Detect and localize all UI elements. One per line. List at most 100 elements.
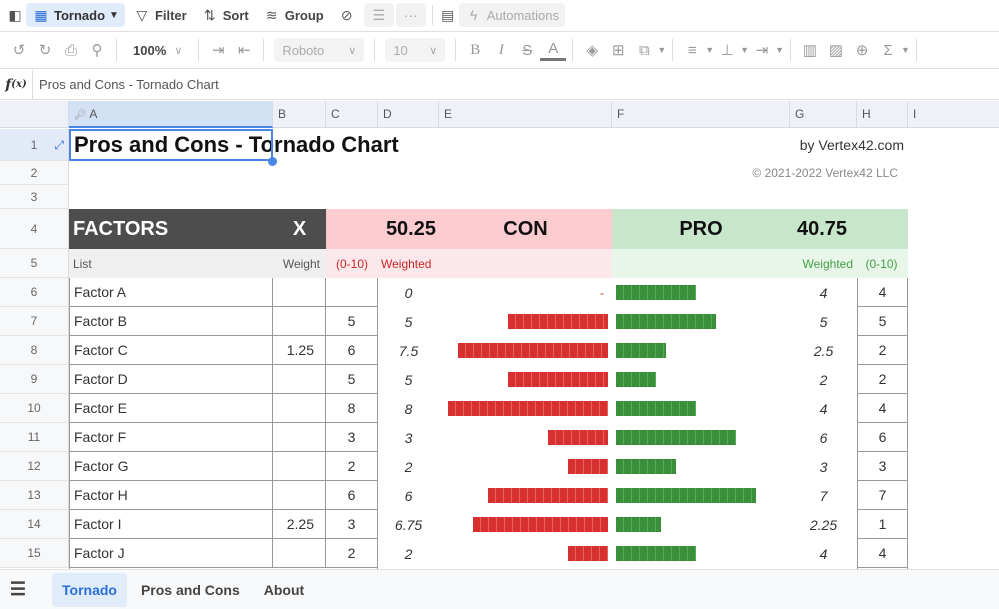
con-score[interactable]: 5 bbox=[326, 307, 378, 336]
row-header-3[interactable]: 3 bbox=[0, 185, 69, 209]
row-header-8[interactable]: 8 bbox=[0, 336, 69, 365]
row-header-7[interactable]: 7 bbox=[0, 307, 69, 336]
column-header-g[interactable]: G bbox=[790, 101, 857, 128]
factor-name[interactable]: Factor F bbox=[69, 423, 273, 452]
factor-name[interactable]: Factor J bbox=[69, 539, 273, 568]
formula-input[interactable]: Pros and Cons - Tornado Chart bbox=[33, 77, 219, 92]
factor-name[interactable]: Factor H bbox=[69, 481, 273, 510]
column-header-d[interactable]: D bbox=[378, 101, 439, 128]
factor-name[interactable]: Factor I bbox=[69, 510, 273, 539]
sort-button[interactable]: ⇅ Sort bbox=[195, 3, 255, 27]
factor-name[interactable]: Factor B bbox=[69, 307, 273, 336]
con-score[interactable]: 6 bbox=[326, 336, 378, 365]
pro-score[interactable]: 4 bbox=[857, 539, 908, 568]
font-size-select[interactable]: 10 ∨ bbox=[385, 38, 446, 62]
caret-down-icon[interactable]: ▼ bbox=[657, 45, 666, 55]
pro-score[interactable]: 4 bbox=[857, 278, 908, 307]
column-header-h[interactable]: H bbox=[857, 101, 908, 128]
factor-weight[interactable]: 1.25 bbox=[273, 336, 326, 365]
align-left-icon[interactable]: ≡ bbox=[679, 37, 705, 63]
con-score[interactable]: 3 bbox=[326, 510, 378, 539]
tab-pros-and-cons[interactable]: Pros and Cons bbox=[131, 573, 250, 607]
hide-fields-icon[interactable]: ⊘ bbox=[338, 6, 356, 24]
merge-cells-icon[interactable]: ⧉ bbox=[631, 37, 657, 63]
factor-weight[interactable] bbox=[273, 481, 326, 510]
tab-about[interactable]: About bbox=[254, 573, 314, 607]
caret-down-icon[interactable]: ▼ bbox=[901, 45, 910, 55]
factor-weight[interactable] bbox=[273, 365, 326, 394]
row-header-13[interactable]: 13 bbox=[0, 481, 69, 510]
strikethrough-icon[interactable]: S bbox=[514, 37, 540, 63]
factor-weight[interactable] bbox=[273, 423, 326, 452]
column-header-b[interactable]: B bbox=[273, 101, 326, 128]
caret-down-icon[interactable]: ▼ bbox=[775, 45, 784, 55]
pro-score[interactable]: 2 bbox=[857, 336, 908, 365]
row-header-12[interactable]: 12 bbox=[0, 452, 69, 481]
paint-format-icon[interactable]: ⚲ bbox=[84, 37, 110, 63]
con-score[interactable]: 2 bbox=[326, 452, 378, 481]
filter-button[interactable]: ▽ Filter bbox=[127, 3, 193, 27]
pro-score[interactable]: 4 bbox=[857, 394, 908, 423]
row-header-2[interactable]: 2 bbox=[0, 161, 69, 185]
column-header-a[interactable]: 🔑︎ A bbox=[69, 101, 273, 128]
fill-handle[interactable] bbox=[268, 157, 277, 166]
insert-comment-icon[interactable]: ⊕ bbox=[849, 37, 875, 63]
row-header-5[interactable]: 5 bbox=[0, 249, 69, 278]
sidebar-toggle-icon[interactable]: ◧ bbox=[6, 6, 24, 24]
text-wrap-icon[interactable]: ⇥ bbox=[749, 37, 775, 63]
undo-icon[interactable]: ↺ bbox=[6, 37, 32, 63]
column-header-i[interactable]: I bbox=[908, 101, 999, 128]
insert-image-icon[interactable]: ▨ bbox=[823, 37, 849, 63]
factor-name[interactable]: Factor C bbox=[69, 336, 273, 365]
column-header-f[interactable]: F bbox=[612, 101, 790, 128]
row-header-1[interactable]: 1 ⤢ bbox=[0, 129, 69, 161]
pro-score[interactable]: 3 bbox=[857, 452, 908, 481]
expand-row-icon[interactable]: ⤢ bbox=[54, 129, 64, 161]
pro-score[interactable]: 7 bbox=[857, 481, 908, 510]
redo-icon[interactable]: ↻ bbox=[32, 37, 58, 63]
factor-name[interactable]: Factor D bbox=[69, 365, 273, 394]
pro-score[interactable]: 1 bbox=[857, 510, 908, 539]
con-score[interactable]: 8 bbox=[326, 394, 378, 423]
pro-score[interactable]: 6 bbox=[857, 423, 908, 452]
corner-cell[interactable] bbox=[0, 101, 69, 128]
factor-name[interactable]: Factor E bbox=[69, 394, 273, 423]
text-color-icon[interactable]: A bbox=[540, 39, 567, 61]
group-button[interactable]: ≋ Group bbox=[257, 3, 330, 27]
con-score[interactable] bbox=[326, 278, 378, 307]
con-score[interactable]: 5 bbox=[326, 365, 378, 394]
borders-icon[interactable]: ⊞ bbox=[605, 37, 631, 63]
factor-weight[interactable] bbox=[273, 452, 326, 481]
factor-weight[interactable] bbox=[273, 539, 326, 568]
row-header-10[interactable]: 10 bbox=[0, 394, 69, 423]
fill-color-icon[interactable]: ◈ bbox=[579, 37, 605, 63]
indent-increase-icon[interactable]: ⇥ bbox=[205, 37, 231, 63]
automations-button[interactable]: ϟ Automations bbox=[458, 3, 565, 27]
row-header-6[interactable]: 6 bbox=[0, 278, 69, 307]
factor-weight[interactable] bbox=[273, 278, 326, 307]
font-select[interactable]: Roboto ∨ bbox=[274, 38, 365, 62]
caret-down-icon[interactable]: ▼ bbox=[705, 45, 714, 55]
vertical-align-icon[interactable]: ⊥ bbox=[714, 37, 740, 63]
con-score[interactable]: 2 bbox=[326, 539, 378, 568]
tab-tornado[interactable]: Tornado bbox=[52, 572, 127, 607]
view-selector[interactable]: ▦ Tornado ▼ bbox=[26, 3, 125, 27]
row-header-14[interactable]: 14 bbox=[0, 510, 69, 539]
factor-weight[interactable] bbox=[273, 307, 326, 336]
pro-score[interactable]: 2 bbox=[857, 365, 908, 394]
italic-icon[interactable]: I bbox=[488, 37, 514, 63]
insert-chart-icon[interactable]: ▥ bbox=[797, 37, 823, 63]
column-header-c[interactable]: C bbox=[326, 101, 378, 128]
factor-name[interactable]: Factor G bbox=[69, 452, 273, 481]
indent-decrease-icon[interactable]: ⇤ bbox=[231, 37, 257, 63]
con-score[interactable]: 6 bbox=[326, 481, 378, 510]
factor-weight[interactable]: 2.25 bbox=[273, 510, 326, 539]
menu-icon[interactable]: ☰ bbox=[0, 579, 36, 600]
row-header-4[interactable]: 4 bbox=[0, 209, 69, 249]
pro-score[interactable]: 5 bbox=[857, 307, 908, 336]
factor-name[interactable]: Factor A bbox=[69, 278, 273, 307]
row-header-9[interactable]: 9 bbox=[0, 365, 69, 394]
row-header-11[interactable]: 11 bbox=[0, 423, 69, 452]
caret-down-icon[interactable]: ▼ bbox=[740, 45, 749, 55]
more-button[interactable]: ··· bbox=[395, 3, 426, 27]
